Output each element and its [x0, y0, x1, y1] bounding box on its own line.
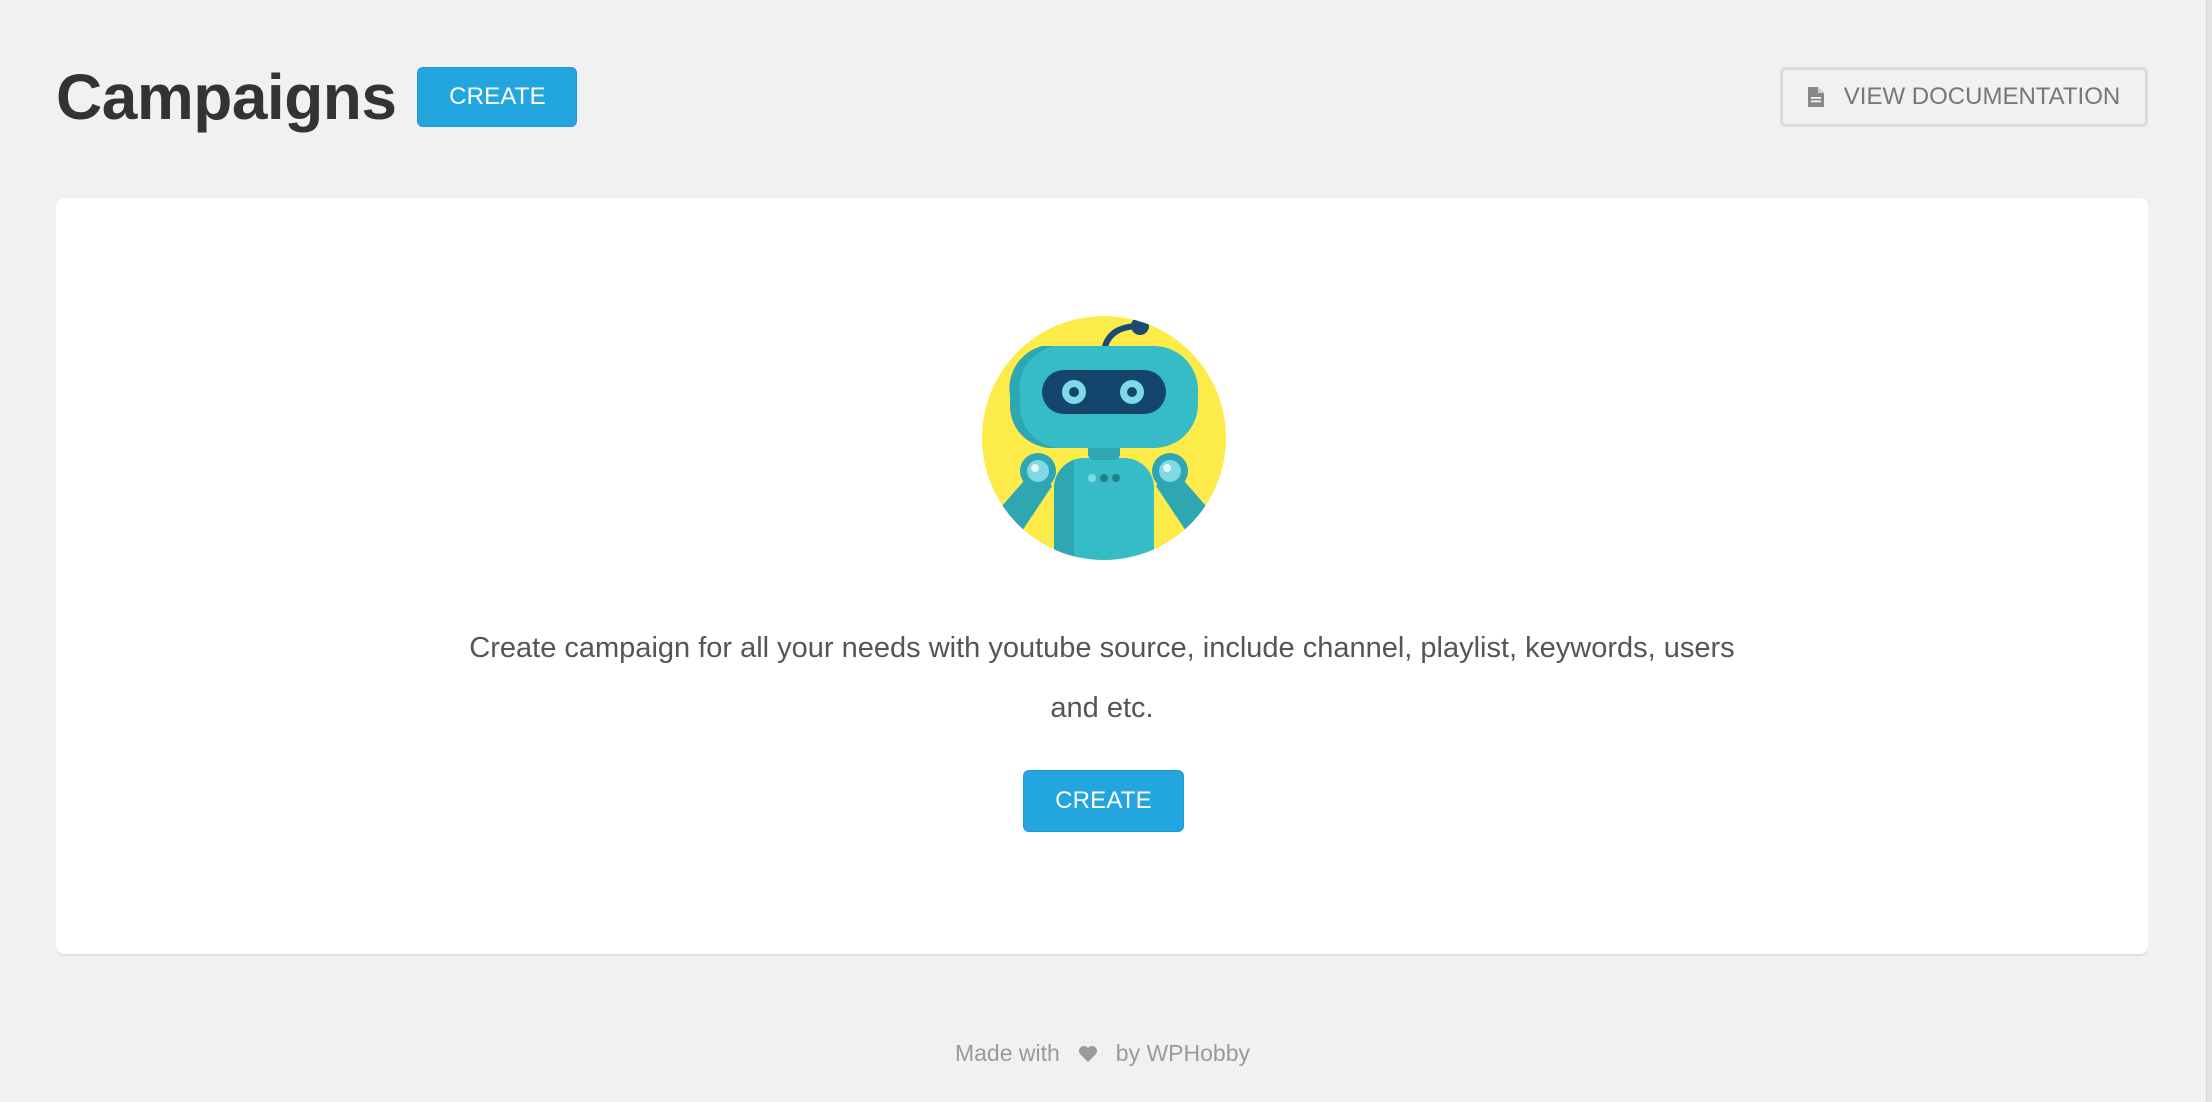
- page-title: Campaigns: [56, 61, 397, 133]
- window-scrollbar[interactable]: [2206, 0, 2212, 1102]
- view-documentation-button[interactable]: VIEW DOCUMENTATION: [1780, 67, 2148, 127]
- empty-state-description: Create campaign for all your needs with …: [469, 632, 1735, 724]
- footer-made-with: Made with: [954, 1040, 1060, 1066]
- robot-icon: [982, 316, 1226, 560]
- create-campaign-cta-button[interactable]: CREATE: [1023, 770, 1184, 832]
- footer-by-link[interactable]: by WPHobby: [1116, 1040, 1250, 1067]
- document-icon: [1807, 87, 1824, 107]
- footer: Made with by WPHobby: [0, 1040, 2205, 1067]
- view-documentation-label: VIEW DOCUMENTATION: [1843, 83, 2121, 110]
- page-header: Campaigns CREATE VIEW DOCUMENTATION: [56, 62, 2148, 132]
- create-campaign-button[interactable]: CREATE: [417, 67, 578, 127]
- heart-icon: [1078, 1045, 1098, 1063]
- empty-state-card: Create campaign for all your needs with …: [56, 198, 2148, 954]
